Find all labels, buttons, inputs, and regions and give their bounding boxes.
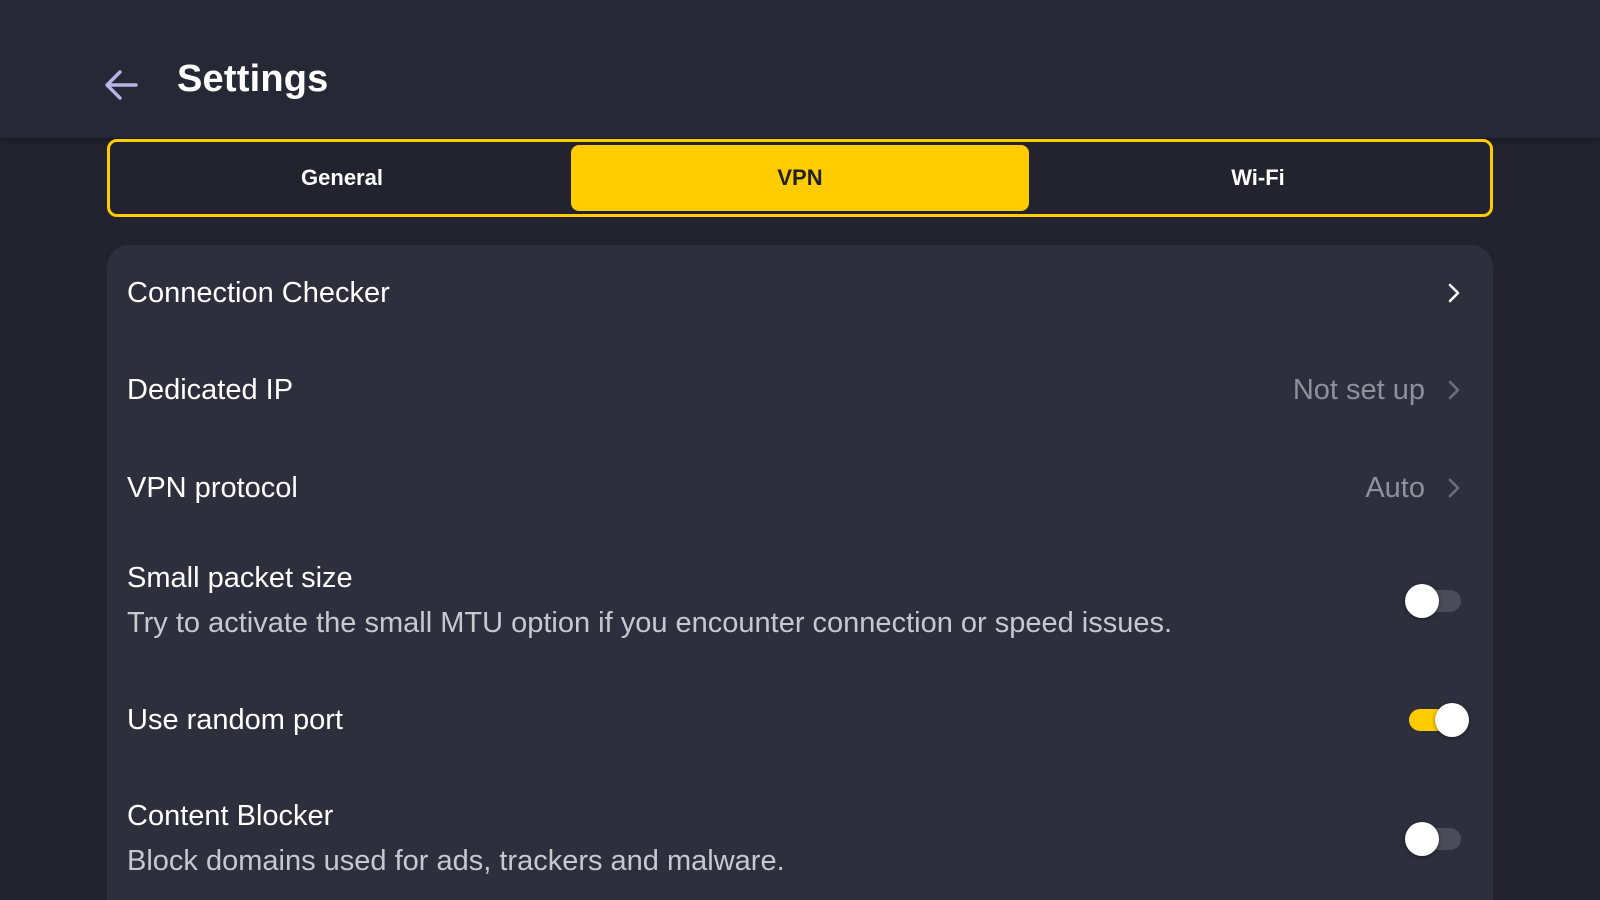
tab-wifi[interactable]: Wi-Fi [1029,145,1487,211]
content-blocker-description: Block domains used for ads, trackers and… [127,845,785,877]
content-blocker-toggle[interactable] [1405,821,1465,857]
tab-general[interactable]: General [113,145,571,211]
dedicated-ip-label: Dedicated IP [127,373,294,406]
header-bar: Settings [0,0,1600,138]
connection-checker-label: Connection Checker [127,276,390,309]
back-button[interactable] [96,60,148,112]
vpn-settings-list: Connection Checker Dedicated IP Not set … [107,245,1493,900]
chevron-right-icon [1443,477,1465,499]
small-packet-size-toggle[interactable] [1405,583,1465,619]
tab-vpn[interactable]: VPN [571,145,1029,211]
content-blocker-label: Content Blocker [127,800,334,832]
settings-screen: Settings General VPN Wi-Fi Connection Ch… [0,0,1600,900]
content-blocker-row: Content Blocker Block domains used for a… [107,775,1493,900]
dedicated-ip-value: Not set up [1292,373,1425,406]
use-random-port-row: Use random port [107,665,1493,775]
use-random-port-label: Use random port [127,703,343,736]
vpn-protocol-label: VPN protocol [127,471,298,504]
small-packet-size-label: Small packet size [127,562,353,594]
dedicated-ip-row[interactable]: Dedicated IP Not set up [107,341,1493,439]
vpn-protocol-value: Auto [1365,471,1425,504]
settings-tabs: General VPN Wi-Fi [107,139,1493,217]
small-packet-size-row: Small packet size Try to activate the sm… [107,537,1493,665]
vpn-protocol-row[interactable]: VPN protocol Auto [107,439,1493,537]
chevron-right-icon [1443,379,1465,401]
connection-checker-row[interactable]: Connection Checker [107,245,1493,341]
chevron-right-icon [1443,282,1465,304]
small-packet-size-description: Try to activate the small MTU option if … [127,607,1173,639]
page-title: Settings [177,58,329,100]
arrow-left-icon [102,64,142,109]
use-random-port-toggle[interactable] [1405,702,1469,738]
